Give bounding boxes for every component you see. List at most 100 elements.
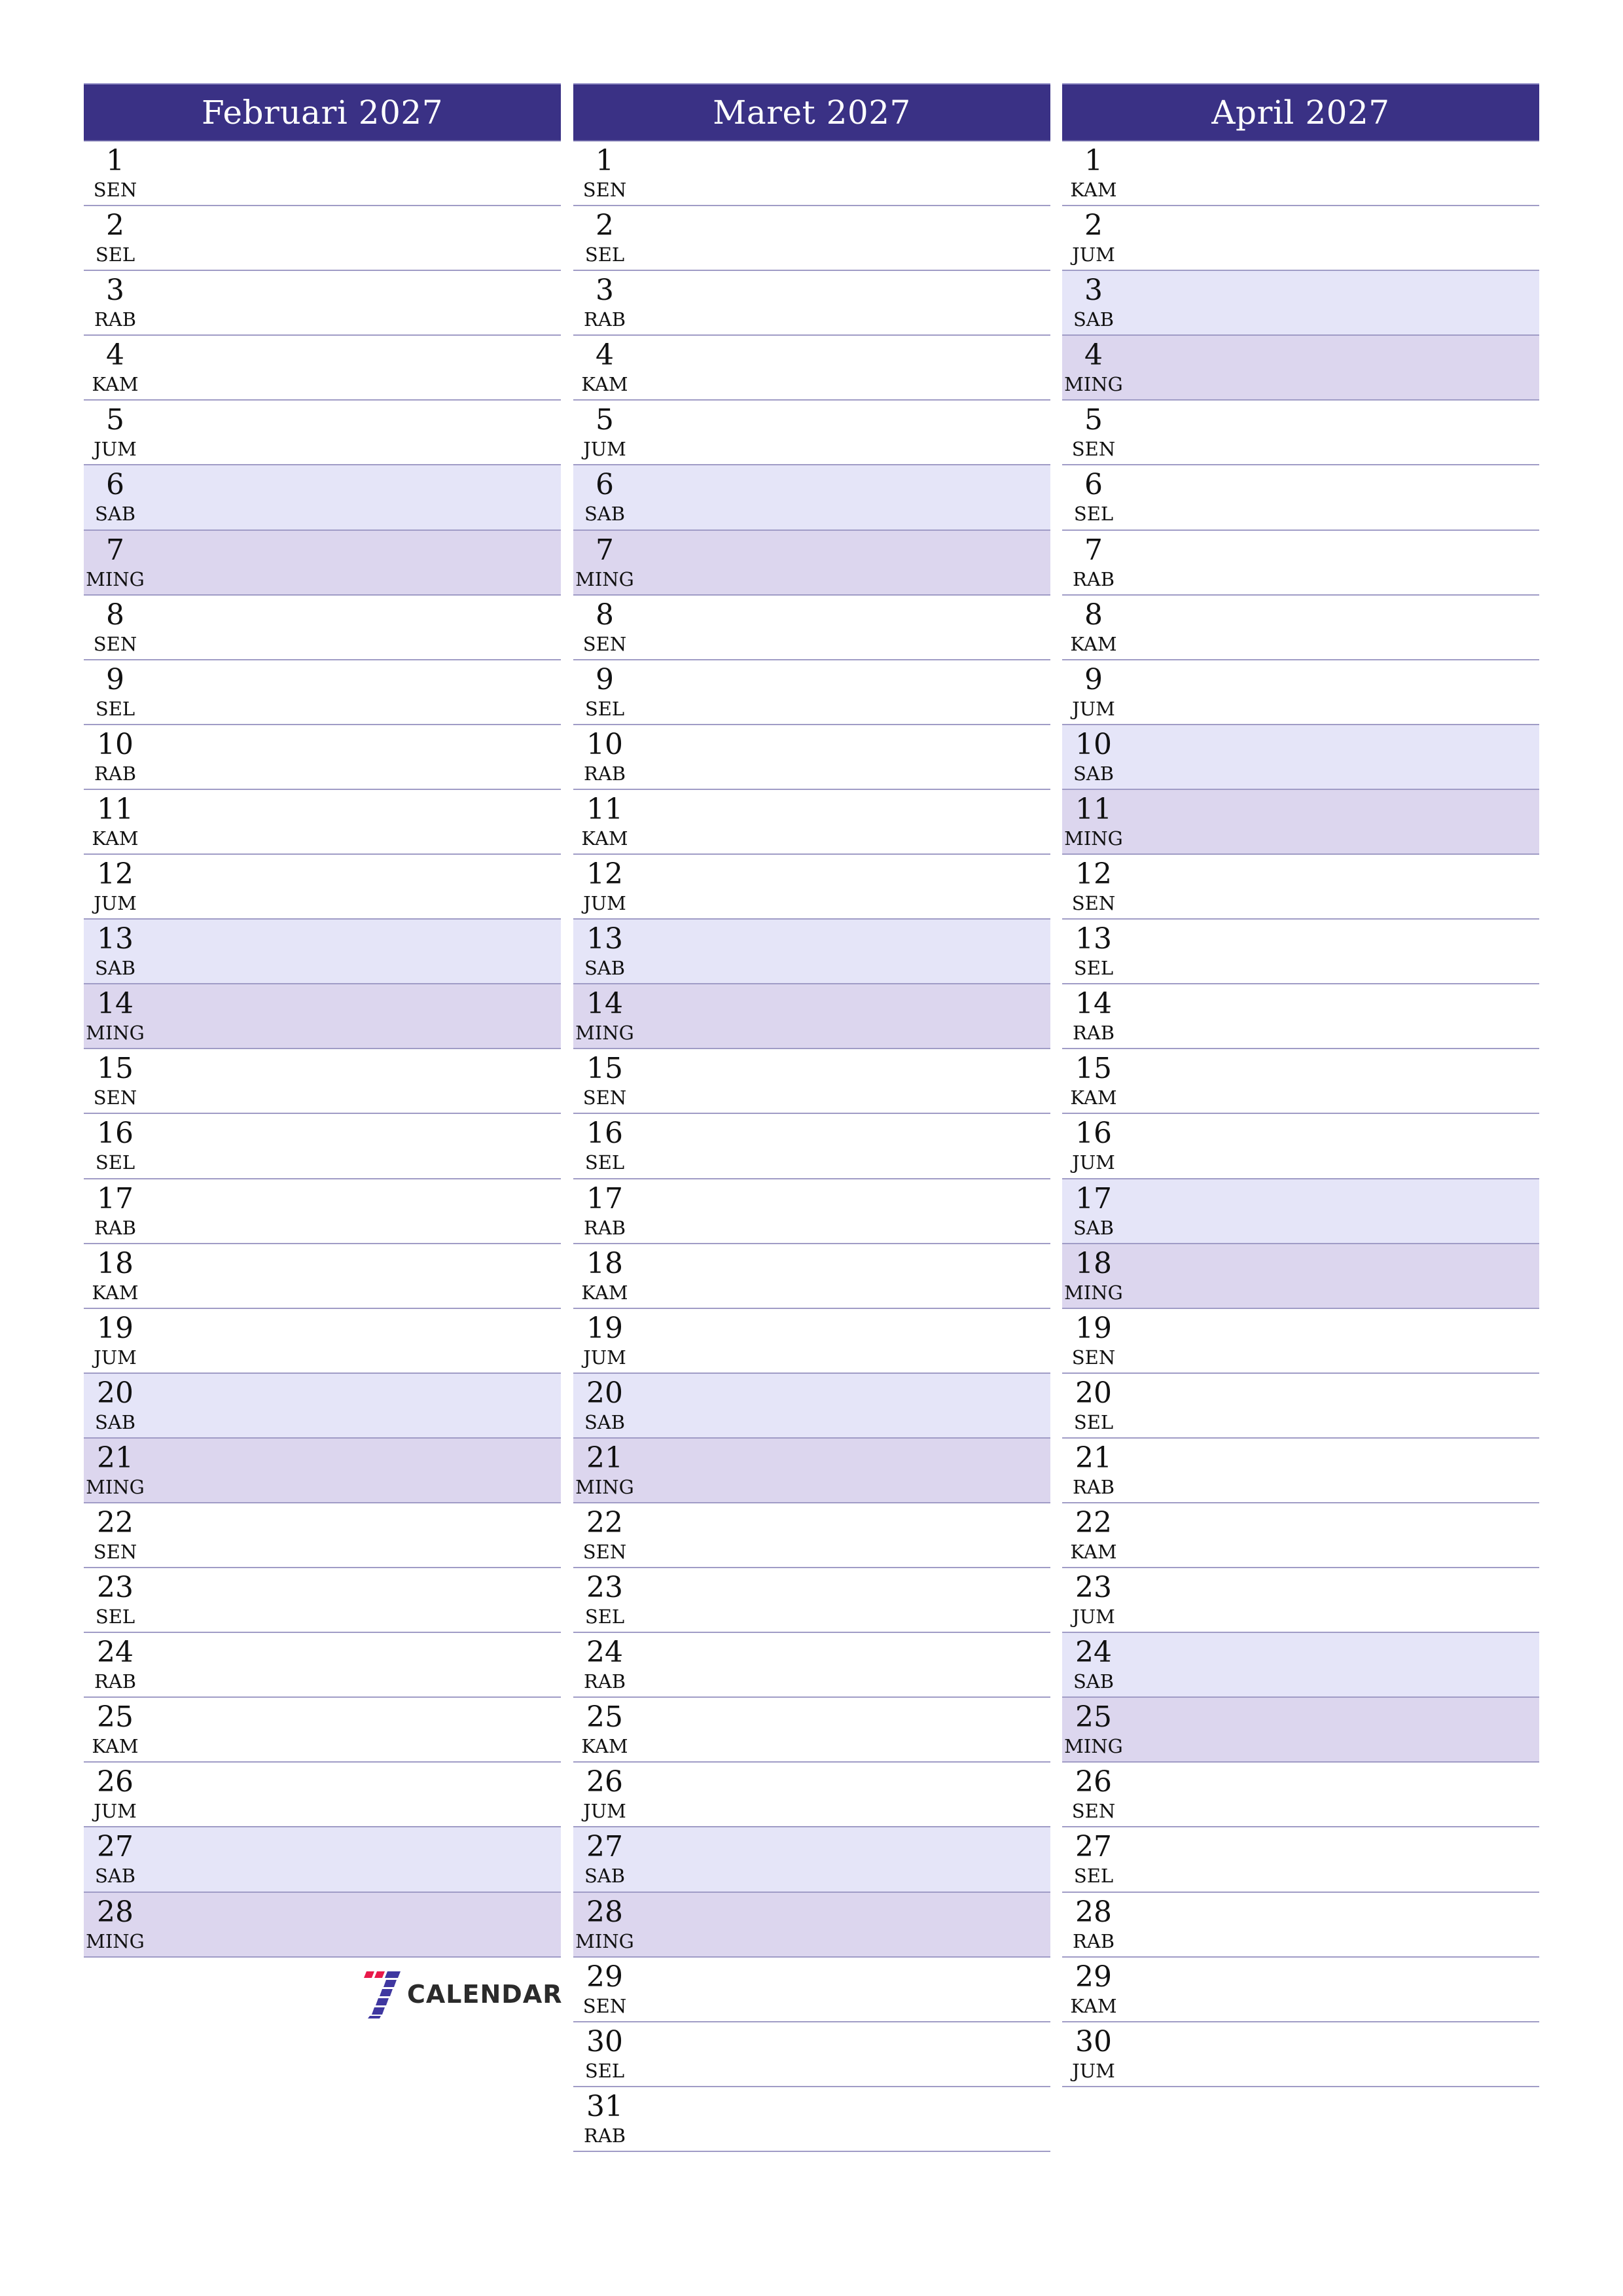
weekday-label: SEL xyxy=(584,2059,625,2082)
weekday-label: JUM xyxy=(94,892,137,915)
day-number: 8 xyxy=(596,598,614,632)
day-number: 25 xyxy=(1075,1700,1112,1734)
day-number: 17 xyxy=(1075,1181,1112,1215)
day-row: 7 MING xyxy=(573,530,1050,596)
weekday-label: MING xyxy=(1064,827,1123,850)
weekday-label: MING xyxy=(86,1475,145,1498)
day-row: 14 MING xyxy=(573,984,1050,1050)
day-number: 6 xyxy=(1084,468,1103,502)
day-row: 20 SAB xyxy=(573,1373,1050,1439)
weekday-label: MING xyxy=(86,567,145,590)
day-number: 28 xyxy=(586,1895,623,1929)
day-row: 6 SAB xyxy=(84,465,561,531)
day-row: 19 JUM xyxy=(84,1309,561,1374)
day-row: 2 SEL xyxy=(84,206,561,272)
day-row: 13 SEL xyxy=(1062,920,1539,985)
day-row: 22 SEN xyxy=(84,1503,561,1569)
weekday-label: SAB xyxy=(584,503,626,526)
day-row: 1 KAM xyxy=(1062,141,1539,207)
day-number: 24 xyxy=(586,1636,623,1670)
day-number: 26 xyxy=(97,1765,134,1799)
day-number: 4 xyxy=(596,338,614,372)
day-row: 28 MING xyxy=(573,1892,1050,1958)
day-row: 23 SEL xyxy=(84,1568,561,1634)
brand-logo: CALENDAR xyxy=(361,1970,562,2018)
weekday-label: SEN xyxy=(582,632,627,655)
day-number: 1 xyxy=(596,144,614,177)
day-number: 29 xyxy=(586,1960,623,1994)
day-number: 16 xyxy=(97,1117,134,1151)
weekday-label: SAB xyxy=(1073,1216,1115,1239)
day-row: 4 KAM xyxy=(573,336,1050,401)
day-row: 31 RAB xyxy=(573,2087,1050,2152)
day-row: 15 SEN xyxy=(84,1049,561,1115)
day-list: 1 SEN 2 SEL 3 RAB 4 KAM 5 JUM 6 SAB 7 MING 8 SEN 9 SEL 10 R… xyxy=(84,141,561,1958)
weekday-label: JUM xyxy=(94,1800,137,1823)
day-row: 23 JUM xyxy=(1062,1568,1539,1634)
seven-calendar-logo-icon xyxy=(364,1971,401,2018)
day-number: 22 xyxy=(1075,1505,1112,1539)
day-row: 2 SEL xyxy=(573,206,1050,272)
day-row: 17 RAB xyxy=(573,1179,1050,1244)
day-number: 24 xyxy=(97,1636,134,1670)
day-number: 25 xyxy=(586,1700,623,1734)
weekday-label: MING xyxy=(1064,1735,1123,1758)
day-row: 28 RAB xyxy=(1062,1893,1539,1958)
weekday-label: KAM xyxy=(581,1735,628,1758)
day-number: 8 xyxy=(1084,598,1103,632)
day-number: 3 xyxy=(1084,274,1103,308)
weekday-label: KAM xyxy=(92,373,139,396)
weekday-label: SEL xyxy=(584,697,625,720)
day-number: 11 xyxy=(586,792,623,826)
weekday-label: KAM xyxy=(92,827,139,850)
day-row: 24 SAB xyxy=(1062,1633,1539,1698)
weekday-label: MING xyxy=(1064,1281,1123,1304)
day-row: 1 SEN xyxy=(84,141,561,207)
day-row: 12 JUM xyxy=(573,855,1050,920)
day-number: 15 xyxy=(586,1052,623,1086)
day-number: 22 xyxy=(97,1505,134,1539)
weekday-label: SAB xyxy=(584,957,626,980)
weekday-label: SAB xyxy=(94,1865,136,1888)
day-row: 24 RAB xyxy=(84,1633,561,1698)
day-number: 13 xyxy=(97,922,134,956)
day-number: 19 xyxy=(97,1311,134,1345)
day-number: 18 xyxy=(586,1246,623,1280)
day-row: 21 MING xyxy=(573,1438,1050,1503)
weekday-label: JUM xyxy=(94,438,137,461)
weekday-label: KAM xyxy=(92,1735,139,1758)
day-number: 3 xyxy=(596,274,614,308)
weekday-label: JUM xyxy=(1072,1605,1115,1628)
day-row: 27 SEL xyxy=(1062,1827,1539,1893)
day-row: 11 MING xyxy=(1062,789,1539,855)
day-row: 7 MING xyxy=(84,530,561,596)
day-number: 21 xyxy=(97,1441,134,1475)
day-number: 10 xyxy=(586,727,623,761)
day-number: 9 xyxy=(1084,662,1103,696)
weekday-label: SEL xyxy=(1073,503,1114,526)
weekday-label: SAB xyxy=(94,957,136,980)
weekday-label: RAB xyxy=(94,1670,137,1693)
day-number: 13 xyxy=(1075,922,1112,956)
day-number: 5 xyxy=(596,403,614,437)
weekday-label: SEN xyxy=(582,1994,627,2017)
day-number: 29 xyxy=(1075,1960,1112,1994)
day-number: 2 xyxy=(106,209,124,243)
day-number: 14 xyxy=(97,987,134,1021)
weekday-label: RAB xyxy=(94,308,137,331)
day-row: 29 SEN xyxy=(573,1958,1050,2022)
day-number: 7 xyxy=(106,533,124,567)
day-row: 22 SEN xyxy=(573,1503,1050,1569)
day-number: 22 xyxy=(586,1505,623,1539)
day-number: 9 xyxy=(596,662,614,696)
day-row: 26 JUM xyxy=(84,1763,561,1828)
month-column-februari: Februari 2027 1 SEN 2 SEL 3 RAB 4 KAM 5 JUM 6 SAB 7 M… xyxy=(84,83,561,1958)
day-row: 28 MING xyxy=(84,1892,561,1958)
day-row: 9 SEL xyxy=(573,660,1050,725)
day-list: 1 KAM 2 JUM 3 SAB 4 MING 5 SEN 6 SEL 7 RAB 8 KAM 9 JUM 10 S… xyxy=(1062,141,1539,2087)
day-row: 14 MING xyxy=(84,984,561,1050)
day-number: 28 xyxy=(1075,1895,1112,1929)
day-row: 15 KAM xyxy=(1062,1049,1539,1115)
day-row: 14 RAB xyxy=(1062,984,1539,1050)
weekday-label: SAB xyxy=(94,1410,136,1433)
